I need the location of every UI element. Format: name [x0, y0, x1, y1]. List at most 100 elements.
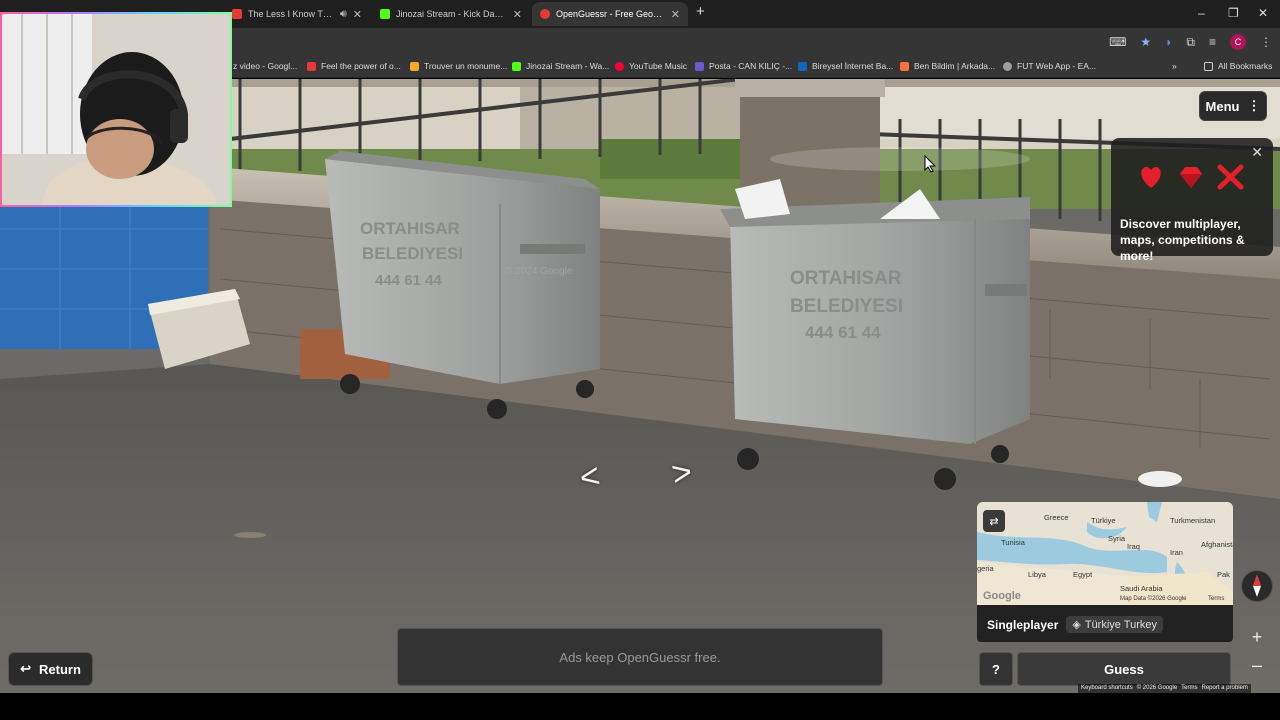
map-label: Türkiye: [1091, 516, 1116, 525]
help-button[interactable]: ?: [979, 652, 1013, 686]
google-watermark: © 2024 Google: [505, 266, 573, 277]
keyboard-shortcuts-link[interactable]: Keyboard shortcuts: [1081, 685, 1133, 692]
return-label: Return: [39, 661, 81, 677]
map-label: Libya: [1028, 570, 1046, 579]
map-label: Greece: [1044, 513, 1069, 522]
maximize-button[interactable]: ❐: [1228, 6, 1239, 20]
bookmark-item[interactable]: FUT Web App - EA...: [1003, 61, 1096, 71]
copyright-text: © 2026 Google: [1136, 685, 1178, 691]
zoom-in-button[interactable]: +: [1244, 626, 1270, 648]
kick-icon: [380, 9, 390, 19]
bookmark-icon: [695, 61, 704, 71]
guess-map-panel[interactable]: Greece Türkiye Turkmenistan Tunisia Syri…: [977, 502, 1233, 642]
map-label: Iran: [1170, 548, 1183, 557]
compass[interactable]: [1241, 570, 1273, 602]
zoom-out-button[interactable]: –: [1244, 654, 1270, 676]
more-bookmarks-button[interactable]: »: [1172, 61, 1177, 71]
menu-label: Menu: [1205, 98, 1240, 114]
extensions-icon[interactable]: ⧉: [1186, 35, 1195, 50]
more-menu-icon[interactable]: ⋮: [1260, 35, 1272, 49]
return-icon: ↩: [20, 661, 31, 676]
close-window-button[interactable]: ✕: [1258, 6, 1268, 20]
menu-button[interactable]: Menu ⋮: [1199, 91, 1267, 121]
ad-banner: Ads keep OpenGuessr free.: [397, 628, 883, 686]
bookmark-icon: [512, 61, 521, 71]
extension-icon-1[interactable]: ◗: [1165, 35, 1172, 49]
return-button[interactable]: ↩ Return: [8, 652, 93, 686]
bookmark-label: Bireysel İnternet Ba...: [812, 61, 894, 71]
bookmark-item[interactable]: Jinozai Stream - Wa...: [512, 61, 609, 71]
country-label: Türkiye Turkey: [1084, 618, 1157, 631]
media-icon[interactable]: ≡: [1209, 35, 1216, 49]
translate-icon[interactable]: ⌨︎: [1109, 35, 1126, 49]
bookmark-item[interactable]: Posta - CAN KILIÇ -...: [695, 61, 792, 71]
bookmark-label: Posta - CAN KILIÇ -...: [709, 61, 793, 71]
bin-2-text-1: ORTAHISAR: [790, 268, 902, 289]
report-problem-link[interactable]: Report a problem: [1202, 685, 1248, 692]
all-bookmarks-button[interactable]: All Bookmarks: [1204, 61, 1272, 71]
tab-title: The Less I Know The Better: [248, 9, 334, 19]
sliders-icon: ⇄: [989, 515, 999, 528]
tab-title: Jinozai Stream - Kick Dashboard: [396, 9, 507, 19]
bookmark-label: Feel the power of o...: [321, 61, 401, 71]
ad-text: Ads keep OpenGuessr free.: [559, 649, 721, 665]
tab-music[interactable]: The Less I Know The Better 🔊︎ ✕: [224, 2, 370, 26]
webcam-image: [2, 14, 230, 205]
footer-links: Keyboard shortcuts © 2026 Google Terms R…: [1078, 684, 1251, 693]
bottom-strip: [0, 693, 1280, 720]
bookmark-icon: [615, 61, 624, 71]
folder-icon: [1204, 61, 1213, 71]
guess-button[interactable]: Guess: [1017, 652, 1231, 686]
all-bookmarks-label: All Bookmarks: [1218, 61, 1273, 71]
bin-1-text-1: ORTAHISAR: [360, 219, 460, 238]
bookmark-icon: [1003, 61, 1012, 71]
promo-text: Discover multiplayer, maps, competitions…: [1120, 217, 1245, 264]
map-settings-button[interactable]: ⇄: [983, 510, 1005, 532]
bookmark-item[interactable]: Ben Bildim | Arkada...: [900, 61, 995, 71]
map-label: Afghanista: [1201, 540, 1233, 549]
bookmark-label: Jinozai Stream - Wa...: [526, 61, 610, 71]
bookmark-label: Ben Bildim | Arkada...: [914, 61, 996, 71]
terms-link[interactable]: Terms: [1181, 685, 1197, 692]
close-icon[interactable]: ✕: [353, 8, 362, 21]
minimize-button[interactable]: –: [1198, 6, 1205, 20]
bin-1-text-3: 444 61 44: [375, 272, 442, 289]
bookmark-item[interactable]: YouTube Music: [615, 61, 687, 71]
profile-avatar[interactable]: C: [1230, 34, 1246, 50]
map-attribution: Map Data ©2026 Google: [1120, 596, 1187, 602]
webcam-overlay: [0, 12, 232, 207]
map-terms-link[interactable]: Terms: [1208, 596, 1224, 602]
openguessr-icon: [540, 9, 550, 19]
guess-row: ? Guess: [979, 652, 1231, 686]
close-icon[interactable]: ✕: [1251, 144, 1263, 161]
bookmark-icon: [900, 61, 909, 71]
heart-icon: [1141, 167, 1161, 188]
map-label: Egypt: [1073, 570, 1093, 579]
bookmark-label: Trouver un monume...: [424, 61, 508, 71]
bookmark-icon: [798, 61, 807, 71]
game-mode-label: Singleplayer: [987, 617, 1059, 632]
map-label: Tunisia: [1001, 538, 1025, 547]
tab-kick[interactable]: Jinozai Stream - Kick Dashboard ✕: [372, 2, 530, 26]
tab-openguessr[interactable]: OpenGuessr - Free GeoGuessr ✕: [532, 2, 688, 26]
bookmark-icon: [307, 61, 316, 71]
bookmark-label: YouTube Music: [629, 61, 687, 71]
speaker-icon[interactable]: 🔊︎: [340, 8, 347, 21]
bookmark-item[interactable]: Bireysel İnternet Ba...: [798, 61, 893, 71]
new-tab-button[interactable]: +: [696, 3, 705, 20]
bookmark-icon: [410, 61, 419, 71]
close-icon[interactable]: ✕: [513, 8, 522, 21]
minimap[interactable]: Greece Türkiye Turkmenistan Tunisia Syri…: [977, 502, 1233, 605]
bin-2-text-2: BELEDIYESI: [790, 296, 903, 317]
bookmark-item[interactable]: z video - Googl...: [233, 61, 297, 71]
layers-icon: ◈: [1072, 619, 1081, 631]
bookmark-item[interactable]: Feel the power of o...: [307, 61, 401, 71]
bookmark-item[interactable]: Trouver un monume...: [410, 61, 507, 71]
promo-popup[interactable]: ✕ Discover multiplayer, maps, competitio…: [1111, 138, 1273, 263]
star-icon[interactable]: ★: [1140, 35, 1151, 49]
bookmark-label: z video - Googl...: [233, 61, 298, 71]
bookmark-label: FUT Web App - EA...: [1017, 61, 1097, 71]
close-icon[interactable]: ✕: [671, 8, 680, 21]
country-chip[interactable]: ◈ Türkiye Turkey: [1066, 616, 1163, 633]
gem-icon: [1180, 167, 1202, 188]
